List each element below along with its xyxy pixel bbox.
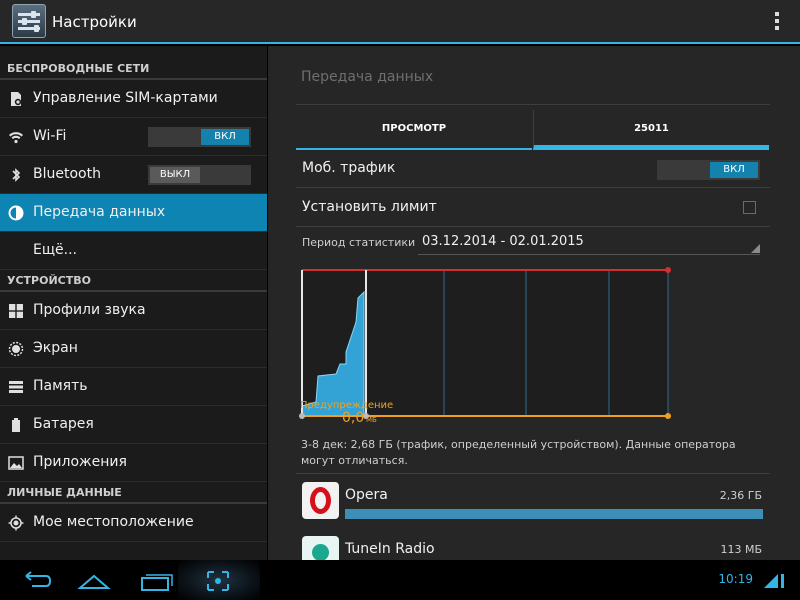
sim-card-icon (11, 92, 22, 106)
home-icon[interactable] (74, 566, 114, 594)
storage-icon (9, 381, 23, 393)
sidebar-item-storage[interactable]: Память (0, 368, 267, 406)
warning-value: 0,0 (342, 410, 364, 424)
sidebar-item-sim[interactable]: Управление SIM-картами (0, 80, 267, 118)
sidebar-item-display[interactable]: Экран (0, 330, 267, 368)
mobile-data-toggle-state: ВКЛ (710, 162, 758, 178)
sidebar-item-label: Экран (33, 340, 78, 356)
wifi-icon (9, 132, 23, 144)
app-usage-size: 113 МБ (720, 543, 762, 556)
sidebar-item-label: Батарея (33, 416, 94, 432)
warning-unit: МБ (366, 416, 377, 424)
tunein-radio-app-icon (302, 536, 339, 560)
bluetooth-toggle[interactable]: ВЫКЛ (148, 165, 251, 185)
bluetooth-toggle-state: ВЫКЛ (150, 167, 200, 183)
overflow-menu-icon[interactable] (774, 12, 780, 32)
sidebar-item-sound-profiles[interactable]: Профили звука (0, 292, 267, 330)
sidebar-item-label: Ещё... (33, 242, 77, 258)
app-usage-bar (345, 509, 763, 519)
stats-period-row[interactable]: Период статистики 03.12.2014 - 02.01.201… (296, 227, 770, 257)
sidebar-item-label: Управление SIM-картами (33, 90, 218, 106)
tab-bar: ПРОСМОТР 25011 (296, 110, 770, 150)
mobile-data-label: Моб. трафик (302, 160, 396, 176)
set-limit-checkbox[interactable] (743, 201, 756, 214)
page-title: Передача данных (301, 69, 434, 85)
sidebar-item-label: Мое местоположение (33, 514, 194, 530)
mobile-data-toggle[interactable]: ВКЛ (657, 160, 760, 180)
settings-sidebar: БЕСПРОВОДНЫЕ СЕТИ Управление SIM-картами… (0, 46, 267, 560)
limit-handle[interactable] (665, 267, 671, 273)
sidebar-item-bluetooth[interactable]: Bluetooth ВЫКЛ (0, 156, 267, 194)
sidebar-item-wifi[interactable]: Wi-Fi ВКЛ (0, 118, 267, 156)
status-clock[interactable]: 10:19 (718, 572, 753, 586)
signal-strength-icon[interactable] (760, 570, 788, 590)
app-usage-row[interactable]: TuneIn Radio 113 МБ (296, 530, 770, 560)
app-usage-row[interactable]: Opera 2,36 ГБ (296, 476, 770, 526)
recent-apps-icon[interactable] (136, 566, 176, 594)
display-icon (8, 341, 24, 357)
sweep-start-handle[interactable] (299, 413, 305, 419)
app-title: Настройки (52, 13, 137, 31)
location-icon (8, 515, 24, 531)
data-usage-icon (8, 205, 24, 221)
battery-icon (12, 418, 20, 432)
section-header-wireless: БЕСПРОВОДНЫЕ СЕТИ (0, 58, 267, 80)
set-limit-row[interactable]: Установить лимит (296, 189, 770, 227)
screenshot-icon[interactable] (198, 566, 238, 594)
mobile-data-row[interactable]: Моб. трафик ВКЛ (296, 150, 770, 188)
app-name: TuneIn Radio (345, 541, 435, 557)
sidebar-item-label: Приложения (33, 454, 127, 470)
section-header-personal: ЛИЧНЫЕ ДАННЫЕ (0, 482, 267, 504)
sidebar-item-data-usage[interactable]: Передача данных (0, 194, 267, 232)
sidebar-item-more[interactable]: Ещё... (0, 232, 267, 270)
stats-period-label: Период статистики (302, 236, 416, 249)
wifi-toggle-state: ВКЛ (201, 129, 249, 145)
wifi-toggle[interactable]: ВКЛ (148, 127, 251, 147)
action-bar: Настройки (0, 0, 800, 44)
data-usage-chart[interactable]: Предупреждение 0,0 МБ (296, 264, 676, 424)
data-usage-pane: Передача данных ПРОСМОТР 25011 Моб. траф… (268, 46, 800, 560)
tab-overview[interactable]: ПРОСМОТР (296, 110, 532, 150)
sidebar-item-label: Wi-Fi (33, 128, 67, 144)
dropdown-arrow-icon (751, 244, 760, 253)
set-limit-label: Установить лимит (302, 199, 437, 215)
stats-period-value[interactable]: 03.12.2014 - 02.01.2015 (422, 234, 584, 249)
sidebar-item-apps[interactable]: Приложения (0, 444, 267, 482)
back-icon[interactable] (14, 566, 54, 594)
warning-handle[interactable] (665, 413, 671, 419)
bluetooth-icon (12, 168, 21, 182)
usage-note: 3-8 дек: 2,68 ГБ (трафик, определенный у… (301, 438, 736, 467)
section-header-device: УСТРОЙСТВО (0, 270, 267, 292)
system-nav-bar: 10:19 (0, 560, 800, 600)
apps-icon (8, 456, 24, 470)
sidebar-item-label: Bluetooth (33, 166, 101, 182)
sound-profiles-icon (9, 304, 23, 318)
settings-app-icon[interactable] (12, 4, 46, 38)
sidebar-item-label: Передача данных (33, 204, 166, 220)
sidebar-item-label: Профили звука (33, 302, 146, 318)
sidebar-item-label: Память (33, 378, 88, 394)
app-name: Opera (345, 487, 388, 503)
divider (296, 104, 770, 105)
sidebar-item-location[interactable]: Мое местоположение (0, 504, 267, 542)
sidebar-item-battery[interactable]: Батарея (0, 406, 267, 444)
tab-sim-operator[interactable]: 25011 (533, 110, 769, 150)
opera-app-icon (302, 482, 339, 519)
app-usage-size: 2,36 ГБ (719, 489, 762, 502)
divider (296, 473, 770, 474)
